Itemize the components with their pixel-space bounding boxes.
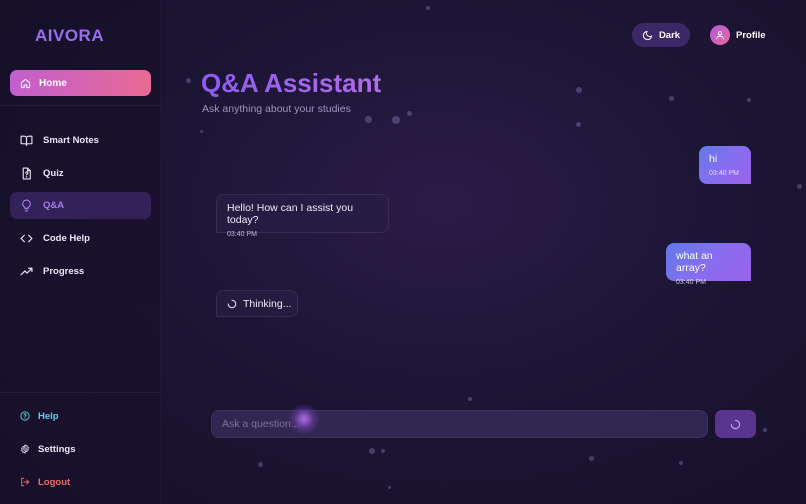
theme-toggle-button[interactable]: Dark (632, 23, 690, 47)
sidebar-item-label: Logout (38, 476, 71, 488)
sidebar-item-label: Quiz (43, 168, 64, 179)
sidebar-item-label: Q&A (43, 200, 65, 211)
gear-icon (21, 444, 29, 454)
book-open-icon (20, 135, 33, 146)
cursor-glow (288, 403, 320, 435)
sidebar-item-label: Smart Notes (43, 135, 99, 146)
sidebar-item-label: Settings (38, 443, 76, 455)
thinking-text: Thinking... (243, 297, 292, 310)
sidebar-item-label: Home (39, 77, 67, 89)
message-text: what an array? (676, 250, 713, 274)
message-time: 03:40 PM (709, 170, 739, 177)
message-time: 03:40 PM (676, 279, 706, 286)
sidebar-item-label: Progress (43, 266, 85, 277)
user-message: what an array? 03:40 PM (666, 243, 751, 286)
code-icon (20, 234, 33, 243)
brand-logo: AIVORA (35, 26, 105, 45)
sidebar-item-label: Help (38, 410, 59, 422)
home-icon (20, 78, 31, 88)
message-time: 03:40 PM (227, 231, 257, 238)
message-text: hi (709, 153, 718, 165)
sidebar-item-quiz[interactable]: Quiz (10, 160, 151, 187)
sidebar-item-logout[interactable]: Logout (20, 474, 70, 490)
sidebar-item-code-help[interactable]: Code Help (10, 225, 151, 252)
sidebar-divider (0, 105, 161, 106)
trending-up-icon (20, 267, 33, 276)
loading-spinner-icon (730, 419, 741, 429)
spinner-icon (227, 299, 237, 308)
sidebar-item-qa[interactable]: Q&A (10, 192, 151, 219)
page-subtitle: Ask anything about your studies (202, 103, 351, 115)
question-input[interactable] (212, 411, 707, 437)
sidebar-divider (0, 392, 161, 393)
user-message: hi 03:40 PM (699, 146, 751, 184)
assistant-message: Hello! How can I assist you today? 03:40… (216, 194, 389, 238)
logout-icon (21, 477, 30, 487)
help-circle-icon (20, 411, 30, 421)
moon-icon (642, 30, 653, 40)
thinking-indicator: Thinking... (216, 290, 298, 317)
sidebar-item-help[interactable]: Help (20, 408, 59, 424)
avatar (710, 25, 730, 45)
sidebar: AIVORA Home Smart Notes Quiz Q&A Code He… (0, 0, 161, 504)
message-text: Hello! How can I assist you today? (227, 202, 354, 226)
page-title: Q&A Assistant (201, 68, 382, 98)
question-input-container (211, 410, 708, 438)
sidebar-item-settings[interactable]: Settings (20, 441, 75, 457)
sidebar-item-label: Code Help (43, 233, 90, 244)
theme-label: Dark (658, 29, 681, 41)
profile-label: Profile (736, 29, 766, 41)
quiz-file-icon (22, 167, 31, 180)
lightbulb-icon (22, 199, 31, 212)
user-icon (716, 31, 724, 40)
sidebar-item-home[interactable]: Home (10, 70, 151, 96)
send-button[interactable] (715, 410, 756, 438)
profile-button[interactable]: Profile (710, 25, 766, 45)
sidebar-item-progress[interactable]: Progress (10, 258, 151, 285)
sidebar-item-smart-notes[interactable]: Smart Notes (10, 127, 151, 154)
